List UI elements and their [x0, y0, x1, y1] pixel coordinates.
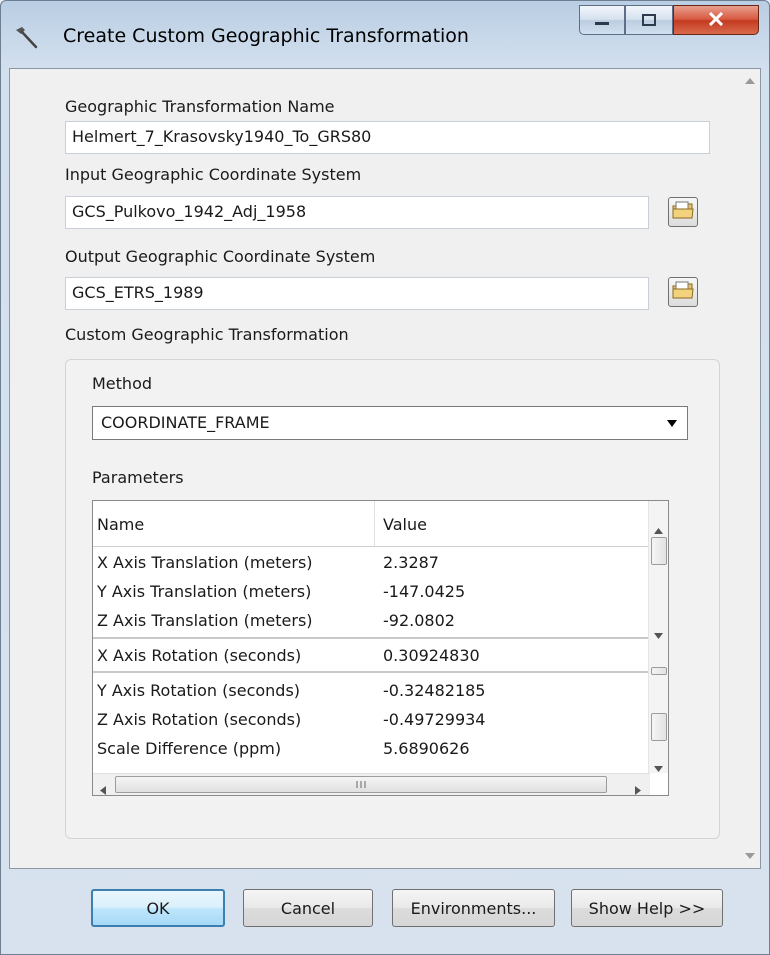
table-row[interactable]: Y Axis Rotation (seconds) -0.32482185	[93, 676, 650, 705]
scroll-thumb[interactable]	[115, 776, 607, 793]
row-divider	[93, 637, 650, 639]
parameters-label: Parameters	[92, 468, 184, 487]
table-row[interactable]: Z Axis Translation (meters) -92.0802	[93, 606, 650, 635]
table-header: Name Value	[93, 501, 650, 547]
custom-transformation-group: Method COORDINATE_FRAME Parameters Name …	[65, 359, 720, 839]
input-gcs-browse-button[interactable]	[668, 197, 698, 227]
input-gcs-field[interactable]: GCS_Pulkovo_1942_Adj_1958	[65, 196, 649, 229]
browse-icon	[672, 200, 694, 224]
scroll-up-icon[interactable]	[740, 71, 760, 91]
window-title: Create Custom Geographic Transformation	[63, 25, 469, 47]
caption-buttons	[579, 5, 759, 35]
maximize-icon	[642, 11, 656, 30]
browse-icon	[672, 280, 694, 304]
param-name: Y Axis Translation (meters)	[97, 582, 312, 601]
cancel-button[interactable]: Cancel	[243, 889, 373, 927]
hammer-icon	[13, 25, 39, 51]
table-row[interactable]: Scale Difference (ppm) 5.6890626	[93, 734, 650, 763]
close-icon	[708, 11, 724, 30]
param-value[interactable]: -0.49729934	[375, 710, 650, 729]
parameters-table: Name Value X Axis Translation (meters) 2…	[92, 500, 669, 796]
scroll-down-icon[interactable]	[654, 624, 663, 643]
table-row[interactable]: Y Axis Translation (meters) -147.0425	[93, 577, 650, 606]
dialog-window: Create Custom Geographic Transformation	[0, 0, 770, 955]
method-select[interactable]: COORDINATE_FRAME	[92, 406, 688, 440]
minimize-button[interactable]	[579, 5, 625, 35]
row-divider	[93, 671, 650, 673]
scroll-right-icon[interactable]	[635, 780, 641, 799]
table-row[interactable]: X Axis Translation (meters) 2.3287	[93, 548, 650, 577]
dialog-vertical-scrollbar[interactable]	[740, 69, 760, 868]
show-help-button[interactable]: Show Help >>	[571, 889, 723, 927]
input-gcs-label: Input Geographic Coordinate System	[65, 165, 362, 184]
maximize-button[interactable]	[625, 5, 673, 35]
title-bar[interactable]: Create Custom Geographic Transformation	[1, 1, 769, 69]
param-value[interactable]: -147.0425	[375, 582, 650, 601]
dialog-content: Geographic Transformation Name Helmert_7…	[9, 68, 761, 869]
table-vertical-scrollbar[interactable]	[648, 501, 668, 773]
scroll-up-icon[interactable]	[654, 519, 663, 538]
param-value[interactable]: -92.0802	[375, 611, 650, 630]
transformation-name-input[interactable]: Helmert_7_Krasovsky1940_To_GRS80	[65, 121, 710, 154]
column-header-name[interactable]: Name	[93, 501, 375, 546]
param-value[interactable]: 2.3287	[375, 553, 650, 572]
custom-transformation-label: Custom Geographic Transformation	[65, 325, 349, 344]
transformation-name-label: Geographic Transformation Name	[65, 97, 335, 116]
scroll-left-icon[interactable]	[100, 780, 106, 799]
output-gcs-label: Output Geographic Coordinate System	[65, 247, 376, 266]
scroll-down-icon[interactable]	[654, 757, 663, 776]
param-value[interactable]: -0.32482185	[375, 681, 650, 700]
close-button[interactable]	[673, 5, 759, 35]
param-name: Y Axis Rotation (seconds)	[97, 681, 301, 700]
param-name: X Axis Rotation (seconds)	[97, 646, 302, 665]
output-gcs-browse-button[interactable]	[668, 277, 698, 307]
chevron-down-icon	[667, 420, 677, 427]
param-value[interactable]: 5.6890626	[375, 739, 650, 758]
param-value[interactable]: 0.30924830	[375, 646, 650, 665]
param-name: Z Axis Translation (meters)	[97, 611, 313, 630]
table-row[interactable]: Z Axis Rotation (seconds) -0.49729934	[93, 705, 650, 734]
scroll-thumb[interactable]	[651, 667, 667, 675]
param-name: Scale Difference (ppm)	[97, 739, 282, 758]
param-name: Z Axis Rotation (seconds)	[97, 710, 302, 729]
scroll-thumb[interactable]	[651, 713, 667, 741]
method-label: Method	[92, 374, 153, 393]
scroll-down-icon[interactable]	[740, 846, 760, 866]
param-name: X Axis Translation (meters)	[97, 553, 313, 572]
table-horizontal-scrollbar[interactable]	[93, 773, 650, 795]
scroll-thumb[interactable]	[651, 537, 667, 565]
column-header-value[interactable]: Value	[375, 501, 650, 546]
environments-button[interactable]: Environments...	[392, 889, 555, 927]
method-selected-value: COORDINATE_FRAME	[101, 413, 270, 432]
table-row[interactable]: X Axis Rotation (seconds) 0.30924830	[93, 641, 650, 670]
minimize-icon	[595, 11, 609, 30]
ok-button[interactable]: OK	[91, 889, 225, 927]
output-gcs-field[interactable]: GCS_ETRS_1989	[65, 277, 649, 310]
